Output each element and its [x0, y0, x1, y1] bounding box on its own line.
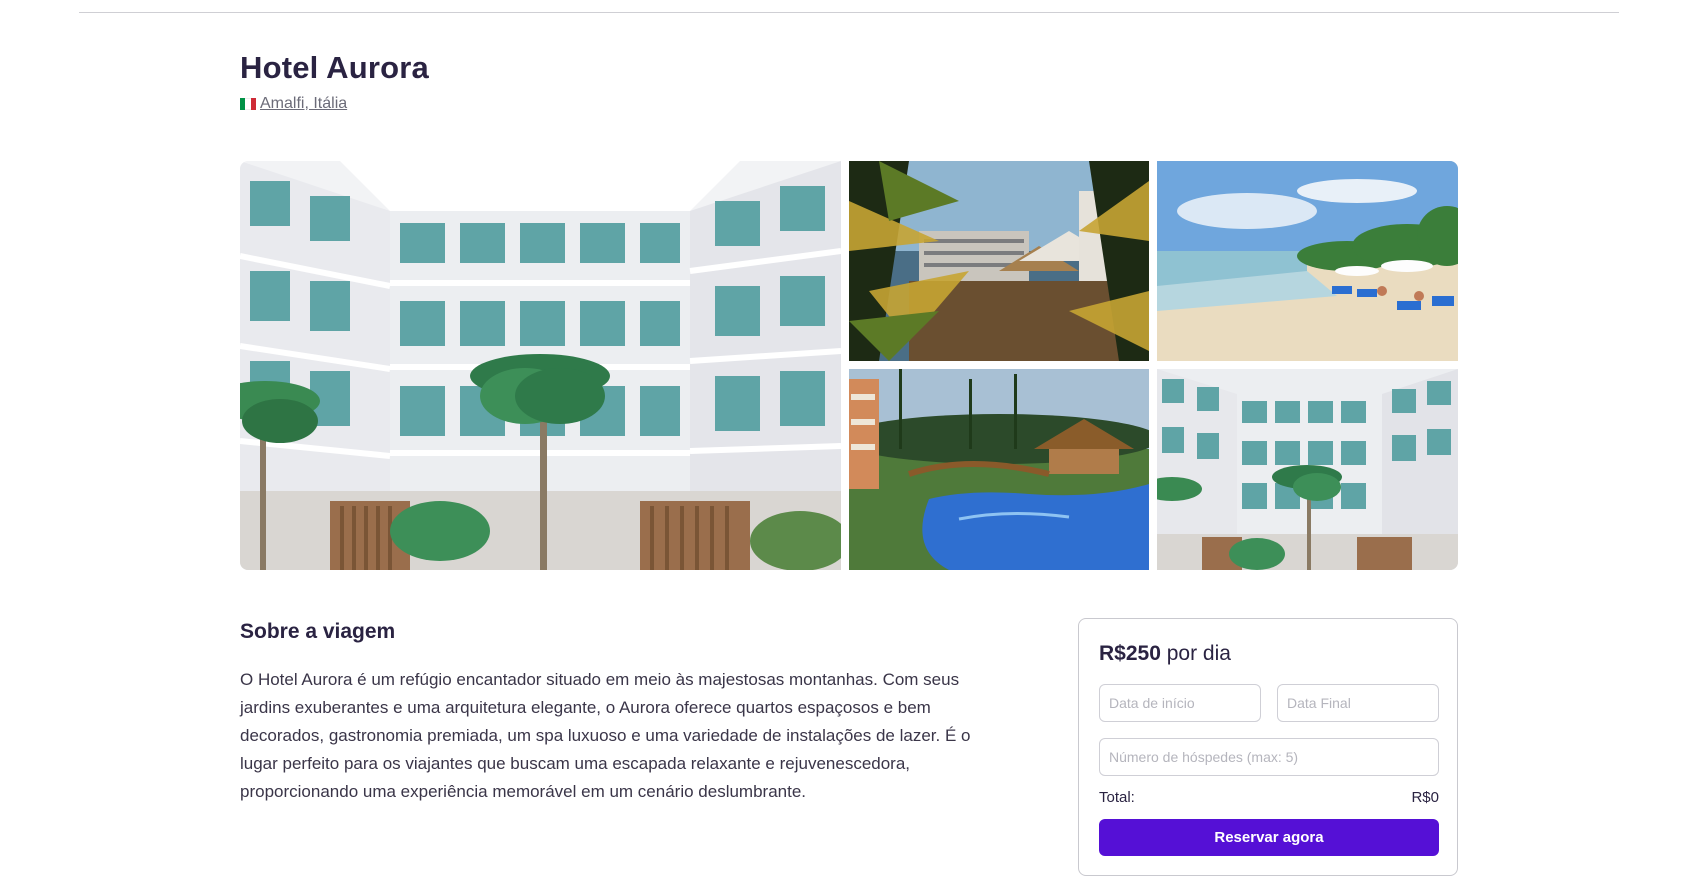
booking-card: R$250 por dia Total: R$0 Reservar agora — [1078, 618, 1458, 876]
end-date-input[interactable] — [1277, 684, 1439, 722]
beach-photo[interactable] — [1157, 161, 1458, 361]
about-description: O Hotel Aurora é um refúgio encantador s… — [240, 670, 971, 801]
hotel-facade-photo-2[interactable] — [1157, 369, 1458, 570]
hotel-location: Amalfi, Itália — [240, 95, 347, 113]
book-now-button[interactable]: Reservar agora — [1099, 819, 1439, 856]
price-per-day: R$250 por dia — [1099, 642, 1231, 666]
total-value: R$0 — [1411, 789, 1439, 806]
photo-gallery — [240, 161, 1458, 570]
hotel-title: Hotel Aurora — [240, 50, 429, 85]
price-amount: R$250 — [1099, 642, 1161, 665]
guests-input[interactable] — [1099, 738, 1439, 776]
top-divider — [79, 12, 1619, 13]
total-row: Total: R$0 — [1099, 789, 1439, 806]
start-date-input[interactable] — [1099, 684, 1261, 722]
hotel-facade-photo[interactable] — [240, 161, 841, 570]
about-title: Sobre a viagem — [240, 620, 396, 643]
pool-photo[interactable] — [849, 369, 1149, 570]
palm-resort-photo[interactable] — [849, 161, 1149, 361]
italy-flag-icon — [240, 98, 256, 110]
price-suffix: por dia — [1160, 642, 1231, 665]
location-link[interactable]: Amalfi, Itália — [260, 95, 347, 113]
total-label: Total: — [1099, 789, 1135, 806]
